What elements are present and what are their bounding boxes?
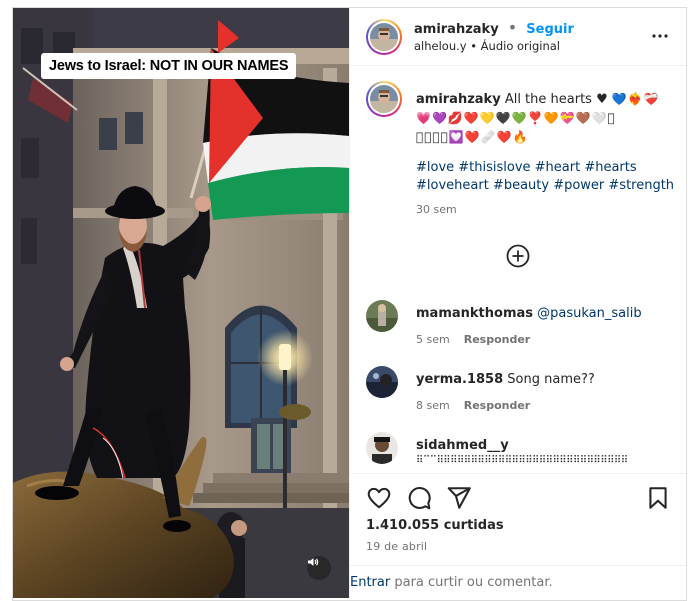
caption-emoji: ❤️‍🩹 [643,92,659,106]
caption-emoji: 􏿽 [432,130,440,144]
likes-count[interactable]: 1.410.055 curtidas [366,518,504,533]
save-button[interactable] [645,485,671,511]
caption-emoji: 💚 [511,111,527,125]
caption-emoji: 🔥 [512,130,528,144]
caption-emoji: 💗 [416,111,431,125]
comment-username[interactable]: sidahmed__y [416,438,509,453]
reply-button[interactable]: Responder [464,333,531,346]
comment-text: Song name?? [507,372,595,387]
audio-toggle-button[interactable] [307,556,331,580]
load-more-comments-button[interactable] [505,243,531,269]
bookmark-icon [649,487,667,509]
share-button[interactable] [446,485,472,511]
caption-emoji: 🩹 [480,130,496,144]
header-separator: • [507,18,518,37]
comment-text[interactable]: @pasukan_salib [537,306,641,321]
caption-emoji: 💙 [611,92,627,106]
comment-input-area[interactable]: Entrar para curtir ou comentar. [350,565,686,599]
caption-emoji: ❤️ [464,130,480,144]
caption-emoji: 🖤 [495,111,511,125]
avatar-image [366,366,398,398]
caption-emoji: 􏿽 [424,130,432,144]
caption-author-username[interactable]: amirahzaky [416,92,501,107]
like-button[interactable] [366,485,392,511]
reply-button[interactable]: Responder [464,399,531,412]
caption-emoji: 💝 [559,111,575,125]
avatar-image [370,85,398,113]
comment-icon [408,487,431,510]
caption-emoji: ❤️‍🔥 [627,92,643,106]
caption-emoji: 💟 [448,130,464,144]
caption-emoji: ❤️ [496,130,512,144]
avatar-image [370,23,398,51]
caption-emoji: ❣️ [527,111,543,125]
more-options-icon [652,34,668,38]
comment-input-prompt: para curtir ou comentar. [390,575,553,590]
caption-emoji-group-3: 􏿽􏿽􏿽􏿽💟❤️🩹❤️🔥 [416,128,676,147]
caption-emoji: 🧡 [543,111,559,125]
caption-emoji-group-2: 💗💜💋❤️💛🖤💚❣️🧡💝🤎🤍􏿽 [416,109,676,128]
add-circle-icon [506,244,530,268]
audio-attribution[interactable]: alhelou.y • Áudio original [414,39,560,53]
caption-hashtags-line-2[interactable]: #loveheart #beauty #power #strength [416,177,676,195]
post-modal: Jews to Israel: NOT IN OUR NAMES amirahz… [12,7,687,601]
follow-button[interactable]: Seguir [526,22,574,37]
caption-emoji: 􏿽 [440,130,448,144]
caption-emoji: 􏿽 [416,130,424,144]
comment-username[interactable]: yerma.1858 [416,372,503,387]
post-header: amirahzaky • Seguir alhelou.y • Áudio or… [350,8,686,66]
caption-emoji: 💜 [431,111,447,125]
more-options-button[interactable] [648,28,672,44]
caption-emoji: 🤎 [575,111,591,125]
avatar-image [366,432,398,464]
comment-button[interactable] [406,485,432,511]
comment-avatar[interactable] [366,366,398,398]
comment-username[interactable]: mamankthomas [416,306,533,321]
caption-time: 30 sem [416,203,457,216]
avatar-image [366,300,398,332]
video-frame [13,8,349,598]
comment-time: 8 sem [416,399,450,412]
author-avatar[interactable] [366,19,402,55]
author-username[interactable]: amirahzaky [414,22,499,37]
login-link[interactable]: Entrar [350,575,390,590]
caption-emoji: 􏿽 [607,111,615,125]
caption-text: All the hearts ♥ [504,92,608,107]
caption-emoji: 💋 [447,111,463,125]
heart-icon [367,487,391,509]
comment-avatar[interactable] [366,432,398,464]
caption-hashtags-line-1[interactable]: #love #thisislove #heart #hearts [416,159,676,177]
share-icon [447,487,471,509]
video-text-overlay: Jews to Israel: NOT IN OUR NAMES [41,53,297,79]
comment-text: ⠿⠉⠉⠿⠿⠿⠿⠿⠿⠿⠿⠿⠿⠿⠿⠿⠿⠿⠿⠿⠿⠿⠿⠿⠿⠿⠿⠿⠿⠿⠿ [416,455,628,466]
speaker-icon [308,558,319,566]
caption-emoji: 🤍 [591,111,607,125]
post-video[interactable]: Jews to Israel: NOT IN OUR NAMES [13,8,349,598]
caption-author-avatar[interactable] [366,81,402,117]
caption-emoji: 💛 [479,111,495,125]
post-side-panel: amirahzaky • Seguir alhelou.y • Áudio or… [349,8,686,599]
comment-avatar[interactable] [366,300,398,332]
comment-time: 5 sem [416,333,450,346]
caption-emoji: ❤️ [463,111,479,125]
caption-emoji-group-1: 💙❤️‍🔥❤️‍🩹 [612,92,660,107]
post-date[interactable]: 19 de abril [366,540,427,553]
